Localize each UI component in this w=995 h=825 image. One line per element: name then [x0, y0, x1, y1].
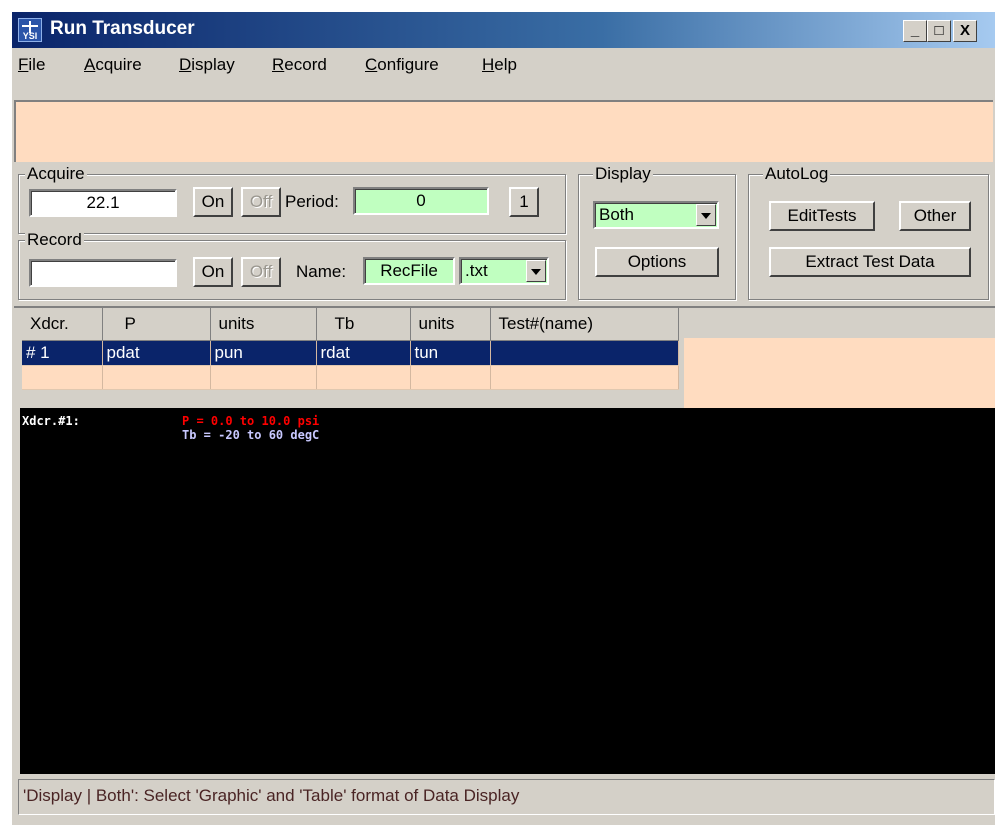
menu-record[interactable]: Record	[272, 55, 327, 75]
record-off-button[interactable]: Off	[241, 257, 281, 287]
period-step-button[interactable]: 1	[509, 187, 539, 217]
chevron-down-icon[interactable]	[696, 204, 716, 226]
menu-file[interactable]: File	[18, 55, 45, 75]
display-mode-select[interactable]: Both	[593, 201, 719, 229]
cell-p[interactable]: pdat	[102, 340, 211, 366]
autolog-group: AutoLog EditTests Other Extract Test Dat…	[748, 164, 989, 300]
acquire-group-label: Acquire	[25, 164, 87, 184]
autolog-group-label: AutoLog	[763, 164, 831, 184]
cell-tb-units[interactable]: tun	[410, 340, 491, 366]
display-group-label: Display	[593, 164, 653, 184]
extract-test-data-button[interactable]: Extract Test Data	[769, 247, 971, 277]
cell-p-units[interactable]: pun	[210, 340, 317, 366]
column-header-tb-units[interactable]: units	[410, 308, 491, 341]
record-group: Record On Off Name: RecFile .txt	[18, 230, 566, 300]
acquire-off-button[interactable]: Off	[241, 187, 281, 217]
close-button[interactable]: X	[953, 20, 977, 42]
table-row[interactable]: # 1 pdat pun rdat tun	[22, 340, 679, 366]
status-bar: 'Display | Both': Select 'Graphic' and '…	[18, 779, 995, 815]
cell-xdcr[interactable]: # 1	[22, 340, 103, 366]
ysi-app-icon[interactable]: YSI	[18, 18, 42, 42]
transducer-grid: Xdcr. P units Tb units Test#(name) # 1 p…	[22, 308, 679, 390]
maximize-button[interactable]: □	[927, 20, 951, 42]
graphic-display[interactable]: Xdcr.#1: P = 0.0 to 10.0 psi Tb = -20 to…	[20, 408, 995, 774]
menu-help[interactable]: Help	[482, 55, 517, 75]
window-title: Run Transducer	[50, 18, 195, 39]
display-options-button[interactable]: Options	[595, 247, 719, 277]
table-header-row: Xdcr. P units Tb units Test#(name)	[22, 308, 679, 341]
edit-tests-button[interactable]: EditTests	[769, 201, 875, 231]
record-on-button[interactable]: On	[193, 257, 233, 287]
menu-configure[interactable]: Configure	[365, 55, 439, 75]
column-header-p[interactable]: P	[102, 308, 211, 341]
record-group-label: Record	[25, 230, 84, 250]
plot-p-range: P = 0.0 to 10.0 psi	[182, 414, 320, 428]
chevron-down-icon[interactable]	[526, 260, 546, 282]
menu-acquire[interactable]: Acquire	[84, 55, 142, 75]
acquire-value-field[interactable]: 22.1	[29, 189, 177, 217]
menu-bar: File Acquire Display Record Configure He…	[12, 50, 995, 80]
transducer-table: Xdcr. P units Tb units Test#(name) # 1 p…	[14, 306, 995, 408]
filename-field[interactable]: RecFile	[363, 257, 455, 285]
cell-test-name[interactable]	[490, 340, 679, 366]
filename-label: Name:	[296, 262, 347, 281]
menu-display[interactable]: Display	[179, 55, 235, 75]
cell-tb[interactable]: rdat	[316, 340, 411, 366]
display-mode-value: Both	[599, 205, 634, 224]
plot-tb-range: Tb = -20 to 60 degC	[182, 428, 320, 442]
record-value-field[interactable]	[29, 259, 177, 287]
column-header-test-name[interactable]: Test#(name)	[490, 308, 679, 341]
column-header-p-units[interactable]: units	[210, 308, 317, 341]
title-bar[interactable]: YSI Run Transducer _ □ X	[12, 12, 995, 48]
period-field[interactable]: 0	[353, 187, 489, 215]
table-row[interactable]	[22, 365, 679, 390]
minimize-button[interactable]: _	[903, 20, 927, 42]
column-header-xdcr[interactable]: Xdcr.	[22, 308, 103, 341]
column-header-tb[interactable]: Tb	[316, 308, 411, 341]
plot-xdcr-label: Xdcr.#1:	[22, 414, 80, 428]
acquire-group: Acquire 22.1 On Off Period: 0 1	[18, 164, 566, 234]
app-window: YSI Run Transducer _ □ X File Acquire Di…	[12, 12, 995, 825]
acquire-on-button[interactable]: On	[193, 187, 233, 217]
extension-select-value: .txt	[465, 261, 488, 280]
table-empty-area	[684, 338, 995, 408]
extension-select[interactable]: .txt	[459, 257, 549, 285]
period-label: Period:	[285, 192, 339, 211]
message-banner	[14, 100, 993, 162]
display-group: Display Both Options	[578, 164, 736, 300]
other-button[interactable]: Other	[899, 201, 971, 231]
